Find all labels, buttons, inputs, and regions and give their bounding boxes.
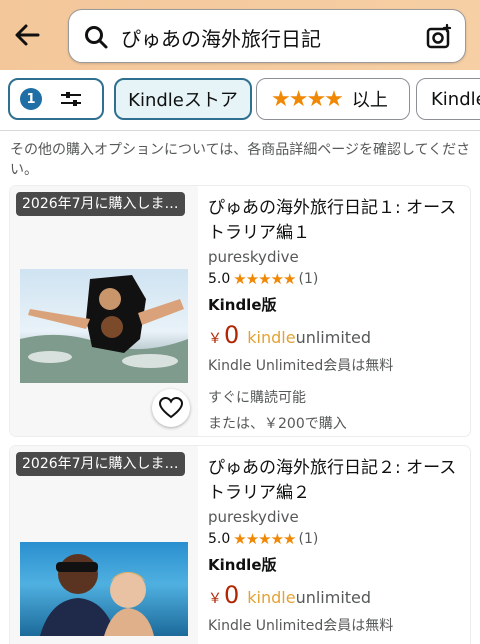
purchase-history-badge: 2026年7月に購入しま… bbox=[16, 452, 185, 476]
purchase-options-notice: その他の購入オプションについては、各商品詳細ページを確認してください。 bbox=[10, 142, 471, 178]
header-bar: ぴゅあの海外旅行日記 bbox=[0, 0, 480, 70]
sliders-icon bbox=[61, 92, 81, 106]
active-filter-count: 1 bbox=[20, 88, 42, 110]
star-rating-icon: ★★★★★ bbox=[233, 270, 296, 288]
filter-chip-kindle[interactable]: Kindle bbox=[416, 78, 480, 120]
filter-bar: 1 Kindleストア ★★★★ 以上 Kindle bbox=[0, 70, 480, 130]
alternate-price-text: または、￥200で購入 bbox=[208, 416, 347, 432]
filter-chip-label: Kindleストア bbox=[128, 90, 238, 111]
heart-icon bbox=[159, 397, 183, 419]
star-rating-icon: ★★★★★ bbox=[233, 530, 296, 548]
price-value: 0 bbox=[224, 581, 240, 609]
result-card[interactable]: 2026年7月に購入しま… ぴゅあの海外旅行日記２: オーストラリア編２ pur… bbox=[10, 446, 470, 644]
kindle-unlimited-logo: kindleunlimited bbox=[247, 588, 371, 607]
currency-symbol: ￥ bbox=[208, 331, 222, 347]
rating-value: 5.0 bbox=[208, 531, 231, 547]
search-icon bbox=[85, 26, 108, 49]
price-row: ￥ 0 kindleunlimited bbox=[208, 321, 464, 349]
ku-logo-part: kindle bbox=[247, 328, 296, 347]
currency-symbol: ￥ bbox=[208, 591, 222, 607]
filter-chip-label: Kindle bbox=[431, 88, 480, 110]
result-card[interactable]: 2026年7月に購入しま… ぴゅあの海外旅行日記１: オーストラリア編１ pur… bbox=[10, 186, 470, 436]
filter-chip-label: 以上 bbox=[351, 90, 388, 111]
product-image-pane[interactable]: 2026年7月に購入しま… bbox=[10, 186, 198, 436]
divider bbox=[0, 130, 480, 131]
filter-chip-kindle-store[interactable]: Kindleストア bbox=[114, 78, 252, 120]
rating-row[interactable]: 5.0 ★★★★★ (1) bbox=[208, 530, 464, 548]
rating-value: 5.0 bbox=[208, 271, 231, 287]
product-info: ぴゅあの海外旅行日記１: オーストラリア編１ pureskydive 5.0 ★… bbox=[208, 196, 464, 433]
product-format[interactable]: Kindle版 bbox=[208, 554, 464, 575]
book-cover-image[interactable] bbox=[20, 542, 188, 636]
wishlist-button[interactable] bbox=[152, 389, 190, 427]
kindle-unlimited-note: Kindle Unlimited会員は無料 bbox=[208, 618, 394, 634]
review-count: (1) bbox=[298, 531, 319, 547]
product-author: pureskydive bbox=[208, 248, 299, 266]
search-input[interactable]: ぴゅあの海外旅行日記 bbox=[121, 23, 321, 52]
back-arrow-icon[interactable] bbox=[12, 20, 42, 50]
book-cover-image[interactable] bbox=[20, 269, 188, 383]
rating-row[interactable]: 5.0 ★★★★★ (1) bbox=[208, 270, 464, 288]
product-title[interactable]: ぴゅあの海外旅行日記１: オーストラリア編１ bbox=[208, 196, 464, 246]
product-image-pane[interactable]: 2026年7月に購入しま… bbox=[10, 446, 198, 644]
product-info: ぴゅあの海外旅行日記２: オーストラリア編２ pureskydive 5.0 ★… bbox=[208, 456, 464, 635]
price-value: 0 bbox=[224, 321, 240, 349]
four-stars-icon: ★★★★ bbox=[271, 86, 344, 112]
camera-search-icon[interactable] bbox=[425, 23, 453, 51]
ku-logo-part: unlimited bbox=[295, 588, 372, 607]
filter-chip-rating[interactable]: ★★★★ 以上 bbox=[256, 78, 410, 120]
kindle-unlimited-note: Kindle Unlimited会員は無料 bbox=[208, 358, 394, 374]
ku-logo-part: unlimited bbox=[295, 328, 372, 347]
kindle-unlimited-logo: kindleunlimited bbox=[247, 328, 371, 347]
purchase-history-badge: 2026年7月に購入しま… bbox=[16, 192, 185, 216]
product-author: pureskydive bbox=[208, 508, 299, 526]
product-title[interactable]: ぴゅあの海外旅行日記２: オーストラリア編２ bbox=[208, 456, 464, 506]
search-box[interactable]: ぴゅあの海外旅行日記 bbox=[68, 9, 466, 63]
availability-text: すぐに購読可能 bbox=[208, 390, 306, 406]
ku-logo-part: kindle bbox=[247, 588, 296, 607]
filter-options-button[interactable]: 1 bbox=[8, 78, 104, 120]
review-count: (1) bbox=[298, 271, 319, 287]
price-row: ￥ 0 kindleunlimited bbox=[208, 581, 464, 609]
product-format[interactable]: Kindle版 bbox=[208, 294, 464, 315]
